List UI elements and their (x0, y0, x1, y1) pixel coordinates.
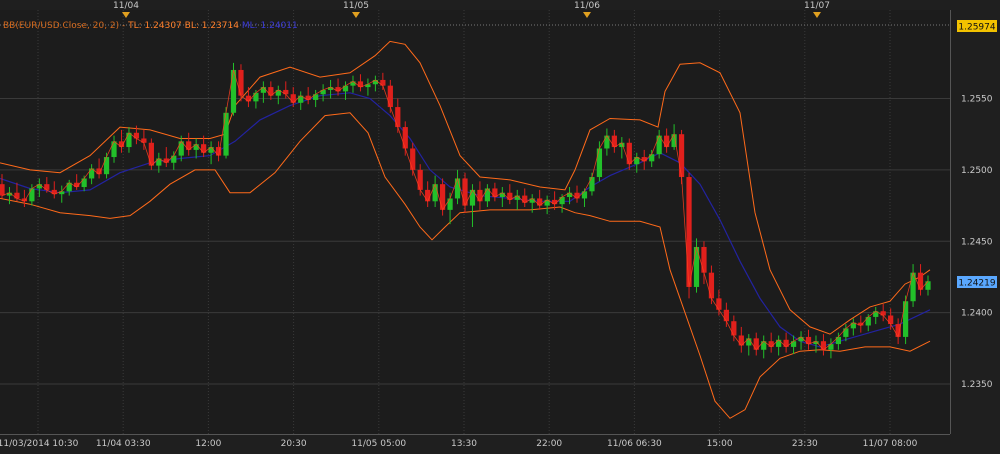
candle-body (402, 127, 408, 149)
candle-body (664, 135, 670, 148)
candle-body (417, 169, 423, 190)
legend: BB(EUR/USD.Close, 20, 2) - TL: 1.24307 B… (3, 21, 298, 31)
y-tick-label: 1.2550 (961, 95, 993, 105)
candle-body (395, 107, 401, 128)
candle-body (432, 184, 438, 202)
candle-body (133, 132, 140, 139)
candle-body (843, 328, 849, 337)
last-price-badge-text: 1.24219 (958, 279, 995, 289)
candle-body (253, 92, 259, 102)
candle-body (574, 192, 580, 199)
candle-body (477, 189, 483, 202)
top-date-label: 11/07 (804, 1, 830, 11)
candle-body (410, 148, 416, 170)
candle-body (81, 178, 87, 188)
candle-body (865, 316, 871, 326)
candle-body (380, 79, 386, 86)
candle-body (589, 177, 595, 192)
candle-body (790, 341, 797, 347)
candle-body (686, 177, 692, 287)
y-tick-label: 1.2450 (961, 237, 993, 247)
candle-body (611, 135, 617, 148)
candle-body (723, 309, 729, 322)
candle-body (14, 192, 20, 199)
top-price-badge-text: 1.25974 (958, 23, 995, 33)
x-tick-label: 11/07 08:00 (863, 439, 918, 449)
candle-body (604, 135, 610, 149)
candle-body (238, 69, 244, 96)
x-tick-label: 11/04 03:30 (96, 439, 151, 449)
x-tick-label: 23:30 (792, 439, 818, 449)
candle-body (596, 148, 603, 178)
candle-body (111, 141, 117, 158)
candle-body (776, 339, 782, 347)
candle-body (731, 321, 737, 336)
legend-middle-line: ML: 1.24011 (242, 21, 298, 31)
x-tick-label: 15:00 (707, 439, 733, 449)
candle-body (768, 341, 774, 347)
candle-body (439, 184, 446, 210)
candle-body (44, 184, 50, 190)
candle-body (425, 189, 431, 202)
top-price-badge: 1.25974 (957, 20, 997, 33)
top-date-label: 11/06 (574, 1, 600, 11)
candle-body (447, 198, 453, 210)
y-tick-label: 1.2400 (961, 309, 993, 319)
candle-body (126, 132, 132, 148)
candle-body (708, 272, 715, 299)
bollinger-chart: 1.2550 1.2500 1.2450 1.2400 1.2350 11/03/2014… (0, 0, 1000, 454)
candle-body (701, 246, 707, 273)
candle-body (902, 301, 909, 337)
candle-body (387, 85, 393, 108)
candle-body (581, 191, 588, 199)
candle-body (925, 281, 931, 290)
candle-body (559, 197, 565, 205)
candle-body (193, 144, 199, 150)
top-date-label: 11/04 (113, 1, 139, 11)
candle-body (208, 147, 214, 153)
candle-body (626, 142, 632, 165)
x-tick-label: 11/06 06:30 (607, 439, 662, 449)
candle-body (171, 155, 177, 163)
chart-window: 1.2550 1.2500 1.2450 1.2400 1.2350 11/03/2014… (0, 0, 1000, 454)
y-tick-label: 1.2500 (961, 166, 993, 176)
x-tick-label: 13:30 (451, 439, 477, 449)
last-price-badge: 1.24219 (957, 276, 997, 289)
candle-body (29, 188, 35, 202)
y-tick-label: 1.2350 (961, 380, 993, 390)
candle-body (454, 178, 461, 199)
candle-body (746, 338, 752, 346)
candle-body (342, 85, 349, 92)
candle-body (649, 154, 655, 162)
x-tick-label: 11/05 05:00 (351, 439, 406, 449)
candle-body (835, 336, 842, 345)
x-tick-label: 11/03/2014 10:30 (0, 439, 79, 449)
top-date-label: 11/05 (343, 1, 369, 11)
candle-body (223, 112, 229, 156)
candle-body (888, 315, 894, 325)
x-tick-label: 22:00 (536, 439, 562, 449)
legend-top-line: TL: 1.24307 (127, 21, 182, 31)
candle-body (716, 298, 722, 310)
candle-body (828, 344, 834, 350)
x-tick-label: 12:00 (195, 439, 221, 449)
plot-area (0, 10, 950, 434)
candle-body (678, 134, 685, 178)
x-tick-label: 20:30 (281, 439, 307, 449)
candle-body (260, 87, 266, 93)
candle-body (0, 184, 5, 196)
legend-bottom-line: BL: 1.23714 (185, 21, 240, 31)
candle-body (103, 157, 110, 175)
candle-body (148, 142, 154, 166)
legend-prefix: BB(EUR/USD.Close, 20, 2) (3, 21, 119, 31)
